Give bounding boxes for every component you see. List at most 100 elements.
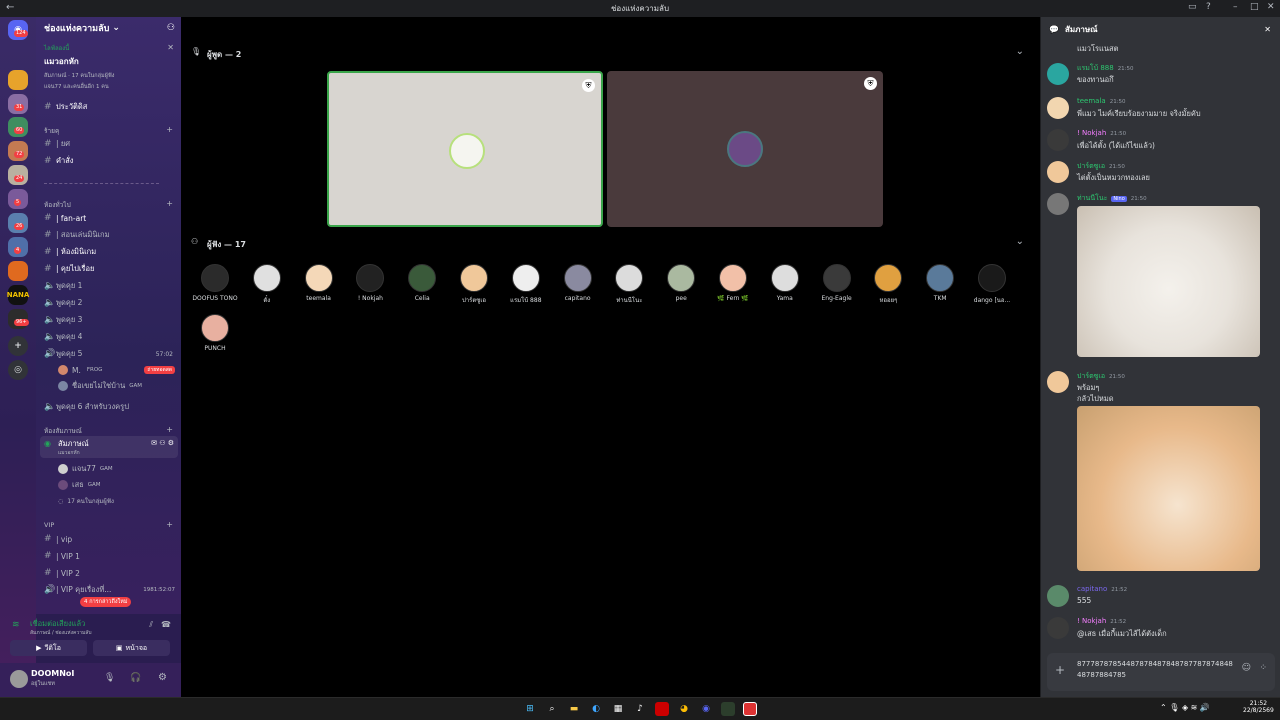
add-channel-icon[interactable]: + (166, 425, 173, 434)
live-event-card[interactable]: ไลฟ์ลองนี้ แมวอกหัก สัมภาษณ์ · 17 คนในกล… (44, 43, 174, 93)
message-composer[interactable]: + 87778787854487878487848787787874848487… (1047, 653, 1275, 691)
add-member-icon[interactable]: ⚇ (167, 23, 175, 33)
new-mentions-pill[interactable]: 4 การกล่าวถึงใหม่ (80, 597, 132, 607)
avatar[interactable] (1047, 585, 1069, 607)
add-server-icon[interactable]: + (8, 336, 28, 356)
avatar[interactable] (1047, 161, 1069, 183)
stage-channel[interactable]: ◉ สัมภาษณ์ แมวอกหัก ✉ ⚇ ⚙ (40, 436, 178, 458)
settings-icon[interactable]: ⚙ (158, 672, 167, 683)
edge-icon[interactable]: ◐ (589, 702, 603, 716)
channel-fan-art[interactable]: # | fan-art (44, 211, 175, 225)
voice-user[interactable]: ชื่อเขยไม่ใช่บ้าน GAM (58, 379, 175, 393)
stage-speaker[interactable]: แจน77 GAM (58, 462, 175, 476)
emoji-icon[interactable]: ☺ (1242, 663, 1251, 673)
avatar[interactable] (1047, 617, 1069, 639)
stage-listener-count[interactable]: ◌ 17 คนในกลุ่มผู้ฟัง (58, 494, 175, 508)
cat-image[interactable] (1077, 406, 1260, 571)
voice-user[interactable]: M. FROG ถ่ายทอดสด (58, 363, 175, 377)
audience-member[interactable]: 🌿 Fern 🌿 (707, 264, 759, 302)
stage-actions-icon[interactable]: ✉ ⚇ ⚙ (151, 439, 174, 447)
audience-member[interactable]: Celia (396, 264, 448, 302)
speaker-tile[interactable]: ⛨ (607, 71, 883, 227)
signal-icon[interactable]: ≋ (12, 620, 20, 630)
avatar[interactable] (10, 670, 28, 688)
audience-member[interactable]: DOOFUS TONO (189, 264, 241, 302)
disconnect-icon[interactable]: ☎ (161, 620, 171, 629)
close-icon[interactable]: ✕ (1264, 25, 1271, 34)
close-icon[interactable]: ✕ (1267, 2, 1275, 12)
channel-vip-2[interactable]: # | VIP 2 (44, 566, 175, 580)
message-author[interactable]: teemala (1077, 97, 1106, 105)
help-icon[interactable]: ? (1206, 2, 1211, 12)
server-icon[interactable] (8, 261, 28, 281)
message-author[interactable]: ! Nokjah (1077, 129, 1106, 137)
audience-member[interactable]: แรมโบ้ 888 (500, 264, 552, 305)
voice-channel-2[interactable]: 🔈 พูดคุย 2 (44, 296, 175, 310)
attach-icon[interactable]: + (1055, 663, 1065, 677)
video-button[interactable]: ▶ วีดิโอ (10, 640, 87, 656)
discover-icon[interactable]: ◎ (8, 360, 28, 380)
app-icon[interactable] (721, 702, 735, 716)
message-author[interactable]: capitano (1077, 585, 1107, 593)
apps-icon[interactable]: ⁘ (1259, 663, 1267, 673)
folder-icon[interactable]: ▬ (567, 702, 581, 716)
voice-channel-1[interactable]: 🔈 พูดคุย 1 (44, 279, 175, 293)
discord-icon[interactable]: ◉ (699, 702, 713, 716)
server-icon[interactable] (8, 70, 28, 90)
avatar[interactable] (1047, 97, 1069, 119)
message-input[interactable]: 8777878785448787848784878778787484848787… (1077, 659, 1237, 681)
server-header[interactable]: ช่องแห่งความลับ ⌄ ⚇ (36, 17, 181, 39)
channel-minigame-guide[interactable]: # | สอนเล่นมินิเกม (44, 228, 175, 242)
channel-commands[interactable]: # คำสั่ง (44, 154, 175, 168)
add-channel-icon[interactable]: + (166, 520, 173, 529)
audience-member[interactable]: หออยๆ (862, 264, 914, 305)
start-icon[interactable]: ⊞ (523, 702, 537, 716)
message-author[interactable]: ปาร์ตซูเอ (1077, 372, 1105, 380)
message-author[interactable]: ปาร์ตซูเอ (1077, 162, 1105, 170)
avatar[interactable] (1047, 129, 1069, 151)
audience-member[interactable]: PUNCH (189, 314, 241, 352)
channel-vip[interactable]: # | vip (44, 532, 175, 546)
audience-member[interactable]: ท่านนีโนะ (603, 264, 655, 305)
clock[interactable]: 21:52 22/8/2569 (1243, 700, 1274, 714)
inbox-icon[interactable]: ▭ (1188, 2, 1197, 12)
audience-member[interactable]: pee (655, 264, 707, 302)
category-general[interactable]: ห้องทั่วไป (44, 200, 71, 210)
speaker-tile[interactable]: ⛨ (327, 71, 603, 227)
channel-chat[interactable]: # | คุยไปเรื่อย (44, 262, 175, 276)
tiktok-icon[interactable]: ♪ (633, 702, 647, 716)
channel-vip-1[interactable]: # | VIP 1 (44, 549, 175, 563)
server-icon[interactable]: NANA (7, 285, 29, 305)
channel-rank[interactable]: # | ยศ (44, 137, 175, 151)
microphone-icon[interactable]: 🎙 (104, 673, 115, 683)
user-name[interactable]: DOOMNoI (31, 669, 74, 678)
voice-channel-4[interactable]: 🔈 พูดคุย 4 (44, 330, 175, 344)
avatar[interactable] (1047, 193, 1069, 215)
audience-member[interactable]: teemala (293, 264, 345, 302)
chrome-icon[interactable]: ◕ (677, 702, 691, 716)
voice-channel-3[interactable]: 🔈 พูดคุย 3 (44, 313, 175, 327)
screen-share-button[interactable]: ▣ หน้าจอ (93, 640, 170, 656)
audience-member[interactable]: TKM (914, 264, 966, 302)
audience-member[interactable]: ตั๋ง (241, 264, 293, 305)
category-ranks[interactable]: ร้ายคุ (44, 126, 59, 136)
channel-minigame[interactable]: # | ห้องมินิเกม (44, 245, 175, 259)
category-interview[interactable]: ห้องสัมภาษณ์ (44, 426, 82, 436)
voice-location[interactable]: สัมภาษณ์ / ช่องแห่งความลับ (30, 629, 92, 637)
noise-suppression-icon[interactable]: ⫽ (149, 620, 153, 630)
channel-history[interactable]: # ประวัติดิส (44, 100, 175, 114)
message-author[interactable]: แรมโบ้ 888 (1077, 64, 1114, 72)
category-vip[interactable]: VIP (44, 521, 54, 529)
audience-member[interactable]: ! Nokjah (344, 264, 396, 302)
tray-icons[interactable]: ⌃ 🎙 ◈ ≋ 🔊 (1160, 703, 1210, 712)
audience-member[interactable]: dango [นอ... (966, 264, 1018, 305)
stage-speaker[interactable]: เสธ GAM (58, 478, 175, 492)
chevron-down-icon[interactable]: ⌄ (1016, 46, 1024, 57)
audience-member[interactable]: capitano (552, 264, 604, 302)
cat-image[interactable] (1077, 206, 1260, 357)
app-icon[interactable] (743, 702, 757, 716)
headphones-icon[interactable]: 🎧 (130, 673, 141, 683)
audience-member[interactable]: ปาร์ตซูเอ (448, 264, 500, 305)
store-icon[interactable]: ▦ (611, 702, 625, 716)
add-channel-icon[interactable]: + (166, 125, 173, 134)
